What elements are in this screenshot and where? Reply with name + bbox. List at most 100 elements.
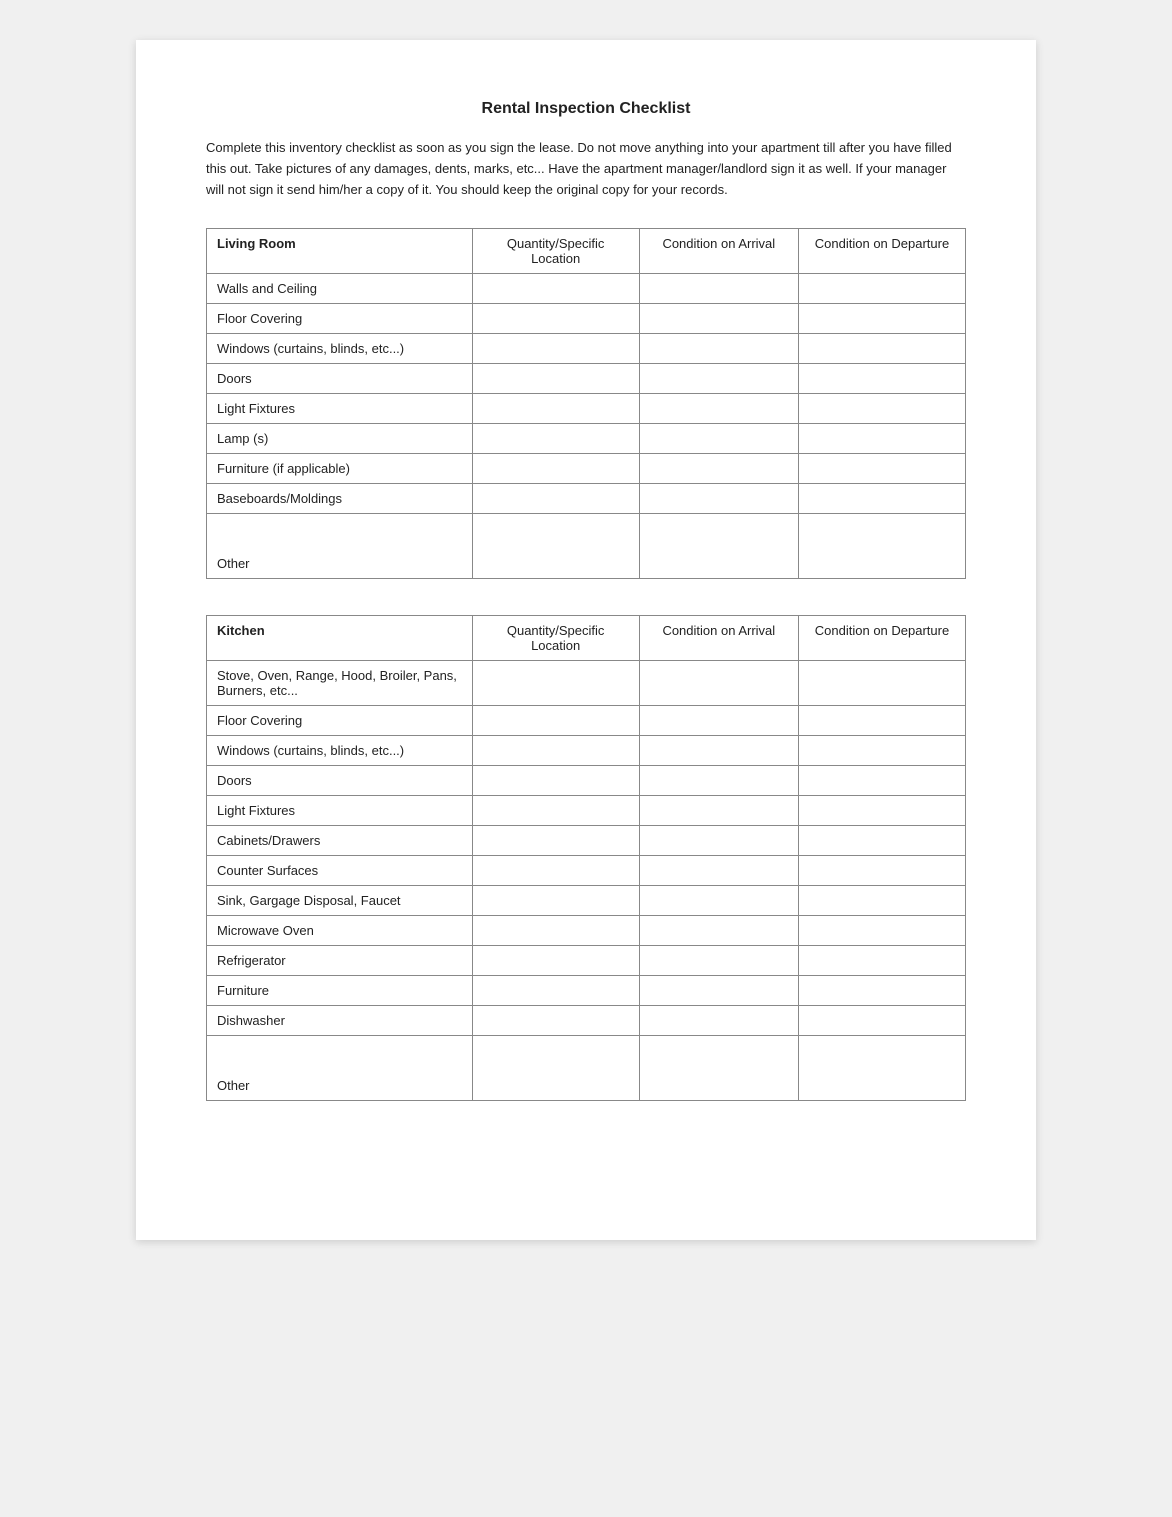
table-row: Other — [207, 514, 473, 579]
qty-cell[interactable] — [472, 454, 639, 484]
arrival-cell[interactable] — [639, 274, 798, 304]
table-row: Furniture (if applicable) — [207, 454, 473, 484]
living-room-section: Living Room Quantity/Specific Location C… — [206, 228, 966, 579]
qty-cell[interactable] — [472, 274, 639, 304]
kitchen-arrival-header: Condition on Arrival — [639, 616, 798, 661]
table-row: Light Fixtures — [207, 394, 473, 424]
departure-cell[interactable] — [799, 736, 966, 766]
departure-cell[interactable] — [799, 976, 966, 1006]
kitchen-section: Kitchen Quantity/Specific Location Condi… — [206, 615, 966, 1101]
qty-cell[interactable] — [472, 946, 639, 976]
table-row: Counter Surfaces — [207, 856, 473, 886]
qty-cell[interactable] — [472, 304, 639, 334]
table-row: Doors — [207, 766, 473, 796]
table-row: Walls and Ceiling — [207, 274, 473, 304]
arrival-cell[interactable] — [639, 886, 798, 916]
departure-cell[interactable] — [799, 886, 966, 916]
departure-cell[interactable] — [799, 661, 966, 706]
arrival-cell[interactable] — [639, 304, 798, 334]
kitchen-departure-header: Condition on Departure — [799, 616, 966, 661]
departure-cell[interactable] — [799, 1006, 966, 1036]
departure-cell[interactable] — [799, 946, 966, 976]
kitchen-header: Kitchen — [207, 616, 473, 661]
departure-cell[interactable] — [799, 1036, 966, 1101]
arrival-cell[interactable] — [639, 1036, 798, 1101]
page-title: Rental Inspection Checklist — [206, 100, 966, 118]
departure-cell[interactable] — [799, 856, 966, 886]
qty-cell[interactable] — [472, 916, 639, 946]
living-room-arrival-header: Condition on Arrival — [639, 229, 798, 274]
living-room-qty-header: Quantity/Specific Location — [472, 229, 639, 274]
table-row: Baseboards/Moldings — [207, 484, 473, 514]
arrival-cell[interactable] — [639, 454, 798, 484]
arrival-cell[interactable] — [639, 514, 798, 579]
qty-cell[interactable] — [472, 661, 639, 706]
departure-cell[interactable] — [799, 484, 966, 514]
qty-cell[interactable] — [472, 1006, 639, 1036]
qty-cell[interactable] — [472, 826, 639, 856]
table-row: Doors — [207, 364, 473, 394]
arrival-cell[interactable] — [639, 424, 798, 454]
qty-cell[interactable] — [472, 856, 639, 886]
qty-cell[interactable] — [472, 976, 639, 1006]
departure-cell[interactable] — [799, 424, 966, 454]
table-row: Microwave Oven — [207, 916, 473, 946]
arrival-cell[interactable] — [639, 364, 798, 394]
departure-cell[interactable] — [799, 826, 966, 856]
arrival-cell[interactable] — [639, 916, 798, 946]
living-room-table: Living Room Quantity/Specific Location C… — [206, 228, 966, 579]
departure-cell[interactable] — [799, 274, 966, 304]
table-row: Floor Covering — [207, 304, 473, 334]
arrival-cell[interactable] — [639, 1006, 798, 1036]
qty-cell[interactable] — [472, 394, 639, 424]
departure-cell[interactable] — [799, 304, 966, 334]
arrival-cell[interactable] — [639, 736, 798, 766]
table-row: Furniture — [207, 976, 473, 1006]
table-row: Windows (curtains, blinds, etc...) — [207, 736, 473, 766]
arrival-cell[interactable] — [639, 946, 798, 976]
departure-cell[interactable] — [799, 514, 966, 579]
qty-cell[interactable] — [472, 706, 639, 736]
qty-cell[interactable] — [472, 886, 639, 916]
departure-cell[interactable] — [799, 454, 966, 484]
arrival-cell[interactable] — [639, 661, 798, 706]
arrival-cell[interactable] — [639, 796, 798, 826]
arrival-cell[interactable] — [639, 976, 798, 1006]
table-row: Dishwasher — [207, 1006, 473, 1036]
arrival-cell[interactable] — [639, 826, 798, 856]
arrival-cell[interactable] — [639, 706, 798, 736]
page: Rental Inspection Checklist Complete thi… — [136, 40, 1036, 1240]
kitchen-qty-header: Quantity/Specific Location — [472, 616, 639, 661]
departure-cell[interactable] — [799, 706, 966, 736]
departure-cell[interactable] — [799, 796, 966, 826]
departure-cell[interactable] — [799, 364, 966, 394]
arrival-cell[interactable] — [639, 766, 798, 796]
arrival-cell[interactable] — [639, 856, 798, 886]
qty-cell[interactable] — [472, 424, 639, 454]
table-row: Sink, Gargage Disposal, Faucet — [207, 886, 473, 916]
arrival-cell[interactable] — [639, 484, 798, 514]
table-row: Lamp (s) — [207, 424, 473, 454]
qty-cell[interactable] — [472, 796, 639, 826]
table-row: Refrigerator — [207, 946, 473, 976]
departure-cell[interactable] — [799, 766, 966, 796]
table-row: Stove, Oven, Range, Hood, Broiler, Pans,… — [207, 661, 473, 706]
arrival-cell[interactable] — [639, 334, 798, 364]
intro-text: Complete this inventory checklist as soo… — [206, 138, 966, 200]
qty-cell[interactable] — [472, 514, 639, 579]
qty-cell[interactable] — [472, 484, 639, 514]
qty-cell[interactable] — [472, 334, 639, 364]
living-room-departure-header: Condition on Departure — [799, 229, 966, 274]
table-row: Other — [207, 1036, 473, 1101]
qty-cell[interactable] — [472, 364, 639, 394]
arrival-cell[interactable] — [639, 394, 798, 424]
table-row: Windows (curtains, blinds, etc...) — [207, 334, 473, 364]
departure-cell[interactable] — [799, 916, 966, 946]
departure-cell[interactable] — [799, 334, 966, 364]
qty-cell[interactable] — [472, 736, 639, 766]
qty-cell[interactable] — [472, 1036, 639, 1101]
departure-cell[interactable] — [799, 394, 966, 424]
table-row: Light Fixtures — [207, 796, 473, 826]
table-row: Floor Covering — [207, 706, 473, 736]
qty-cell[interactable] — [472, 766, 639, 796]
